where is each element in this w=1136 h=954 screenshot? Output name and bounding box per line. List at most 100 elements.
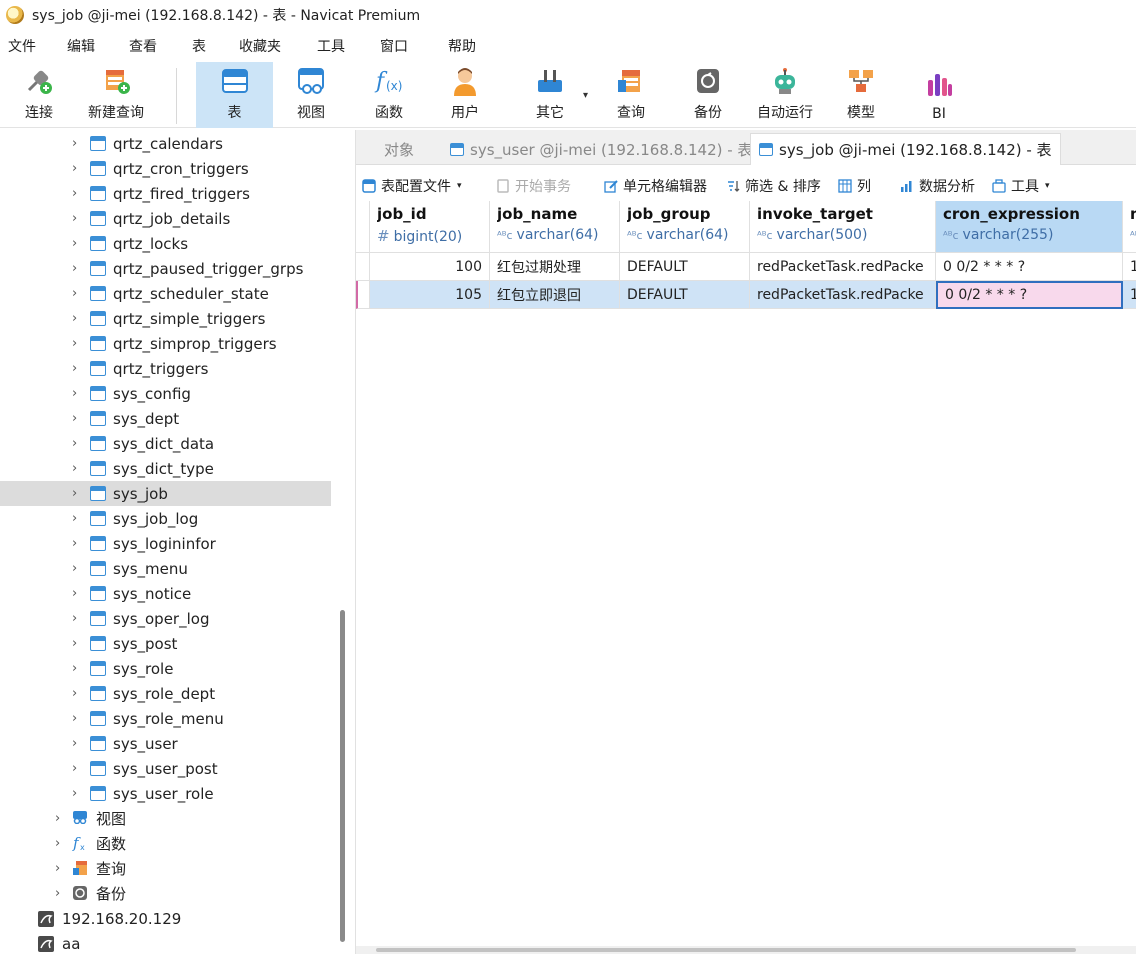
tree-table-item[interactable]: › sys_config: [0, 381, 331, 406]
tree-table-item[interactable]: › sys_post: [0, 631, 331, 656]
column-header[interactable]: job_id # bigint(20): [370, 201, 490, 253]
grid-cell[interactable]: 1: [1123, 281, 1136, 309]
chevron-right-icon[interactable]: ›: [72, 411, 77, 426]
chevron-right-icon[interactable]: ›: [72, 536, 77, 551]
grid-cell[interactable]: 100: [370, 253, 490, 281]
chevron-right-icon[interactable]: ›: [72, 361, 77, 376]
tree-group-item[interactable]: › f x 函数: [0, 831, 331, 856]
chevron-right-icon[interactable]: ›: [72, 711, 77, 726]
column-header[interactable]: invoke_target ᴬᴮc varchar(500): [750, 201, 936, 253]
menu-view[interactable]: 查看: [129, 36, 157, 56]
connect-button[interactable]: 连接: [12, 62, 66, 128]
chevron-right-icon[interactable]: ›: [72, 686, 77, 701]
grid-cell[interactable]: 0 0/2 * * * ?: [936, 253, 1123, 281]
grid-cell[interactable]: 红包立即退回: [490, 281, 620, 309]
tree-table-item[interactable]: › sys_dept: [0, 406, 331, 431]
chevron-right-icon[interactable]: ›: [72, 486, 77, 501]
tools-menu-button[interactable]: 工具 ▾: [992, 176, 1050, 196]
tree-table-item[interactable]: › sys_role_dept: [0, 681, 331, 706]
backup-button[interactable]: 备份: [683, 62, 733, 128]
columns-button[interactable]: 列: [838, 176, 871, 196]
menu-window[interactable]: 窗口: [380, 36, 408, 56]
tree-group-item[interactable]: › 备份: [0, 881, 331, 906]
chevron-right-icon[interactable]: ›: [72, 511, 77, 526]
chevron-right-icon[interactable]: ›: [72, 311, 77, 326]
table-button[interactable]: 表: [196, 62, 273, 128]
chevron-right-icon[interactable]: ›: [72, 211, 77, 226]
tree-table-item[interactable]: › sys_user_post: [0, 756, 331, 781]
menu-tools[interactable]: 工具: [317, 36, 345, 56]
chevron-right-icon[interactable]: ›: [72, 186, 77, 201]
tree-table-item[interactable]: › sys_user_role: [0, 781, 331, 806]
tree-table-item[interactable]: › qrtz_locks: [0, 231, 331, 256]
chevron-right-icon[interactable]: ›: [55, 861, 60, 876]
column-header[interactable]: cron_expression ᴬᴮc varchar(255): [936, 201, 1123, 253]
chevron-right-icon[interactable]: ›: [72, 461, 77, 476]
chevron-right-icon[interactable]: ›: [72, 436, 77, 451]
table-profile-button[interactable]: 表配置文件 ▾: [362, 176, 462, 196]
scrollbar-thumb[interactable]: [376, 948, 1076, 952]
menu-file[interactable]: 文件: [8, 36, 36, 56]
filter-sort-button[interactable]: 筛选 & 排序: [726, 176, 821, 196]
function-button[interactable]: f (x) 函数: [364, 62, 414, 128]
chevron-right-icon[interactable]: ›: [72, 261, 77, 276]
tree-table-item[interactable]: › qrtz_simprop_triggers: [0, 331, 331, 356]
grid-horizontal-scrollbar[interactable]: [356, 946, 1136, 954]
query-button[interactable]: 查询: [606, 62, 656, 128]
chevron-right-icon[interactable]: ›: [72, 586, 77, 601]
grid-cell[interactable]: DEFAULT: [620, 281, 750, 309]
chevron-right-icon[interactable]: ›: [72, 386, 77, 401]
tree-connection-item[interactable]: 192.168.20.129: [0, 906, 331, 931]
tree-table-item[interactable]: › sys_logininfor: [0, 531, 331, 556]
tree-table-item[interactable]: › qrtz_scheduler_state: [0, 281, 331, 306]
grid-cell[interactable]: 0 0/2 * * * ?: [936, 281, 1123, 309]
begin-transaction-button[interactable]: 开始事务: [496, 176, 571, 196]
column-header[interactable]: job_group ᴬᴮc varchar(64): [620, 201, 750, 253]
chevron-right-icon[interactable]: ›: [72, 336, 77, 351]
chevron-right-icon[interactable]: ›: [72, 786, 77, 801]
grid-cell[interactable]: 红包过期处理: [490, 253, 620, 281]
other-dropdown-icon[interactable]: ▾: [583, 90, 588, 101]
user-button[interactable]: 用户: [440, 62, 490, 128]
tree-table-item[interactable]: › qrtz_paused_trigger_grps: [0, 256, 331, 281]
grid-cell[interactable]: 105: [370, 281, 490, 309]
chevron-right-icon[interactable]: ›: [55, 836, 60, 851]
tree-table-item[interactable]: › qrtz_job_details: [0, 206, 331, 231]
tree-table-item[interactable]: › qrtz_cron_triggers: [0, 156, 331, 181]
tab-sys-job[interactable]: sys_job @ji-mei (192.168.8.142) - 表: [750, 133, 1061, 165]
new-query-button[interactable]: 新建查询: [82, 62, 150, 128]
tree-group-item[interactable]: › 查询: [0, 856, 331, 881]
menu-help[interactable]: 帮助: [448, 36, 476, 56]
chevron-right-icon[interactable]: ›: [72, 661, 77, 676]
grid-cell[interactable]: 1: [1123, 253, 1136, 281]
tree-table-item[interactable]: › sys_oper_log: [0, 606, 331, 631]
tree-table-item[interactable]: › sys_dict_type: [0, 456, 331, 481]
sidebar-scrollbar[interactable]: [340, 610, 345, 942]
menu-edit[interactable]: 编辑: [67, 36, 95, 56]
tree-table-item[interactable]: › sys_role: [0, 656, 331, 681]
menu-favorites[interactable]: 收藏夹: [239, 36, 281, 56]
menu-table[interactable]: 表: [192, 36, 206, 56]
tree-table-item[interactable]: › sys_menu: [0, 556, 331, 581]
chevron-right-icon[interactable]: ›: [72, 761, 77, 776]
tree-table-item[interactable]: › sys_job_log: [0, 506, 331, 531]
tree-connection-item[interactable]: aa: [0, 931, 331, 954]
chevron-right-icon[interactable]: ›: [72, 736, 77, 751]
bi-button[interactable]: BI: [914, 62, 964, 128]
model-button[interactable]: 模型: [836, 62, 886, 128]
column-header[interactable]: m ᴬᴮc: [1123, 201, 1136, 253]
tree-table-item[interactable]: › sys_job: [0, 481, 331, 506]
column-header[interactable]: job_name ᴬᴮc varchar(64): [490, 201, 620, 253]
cell-editor-button[interactable]: 单元格编辑器: [604, 176, 707, 196]
tree-table-item[interactable]: › qrtz_triggers: [0, 356, 331, 381]
chevron-right-icon[interactable]: ›: [55, 886, 60, 901]
chevron-right-icon[interactable]: ›: [72, 236, 77, 251]
chevron-right-icon[interactable]: ›: [72, 561, 77, 576]
tree-table-item[interactable]: › qrtz_simple_triggers: [0, 306, 331, 331]
row-selector[interactable]: [356, 281, 370, 309]
other-button[interactable]: 其它: [520, 62, 580, 128]
tree-table-item[interactable]: › qrtz_fired_triggers: [0, 181, 331, 206]
chevron-right-icon[interactable]: ›: [72, 161, 77, 176]
chevron-right-icon[interactable]: ›: [72, 636, 77, 651]
grid-corner[interactable]: [356, 201, 370, 253]
